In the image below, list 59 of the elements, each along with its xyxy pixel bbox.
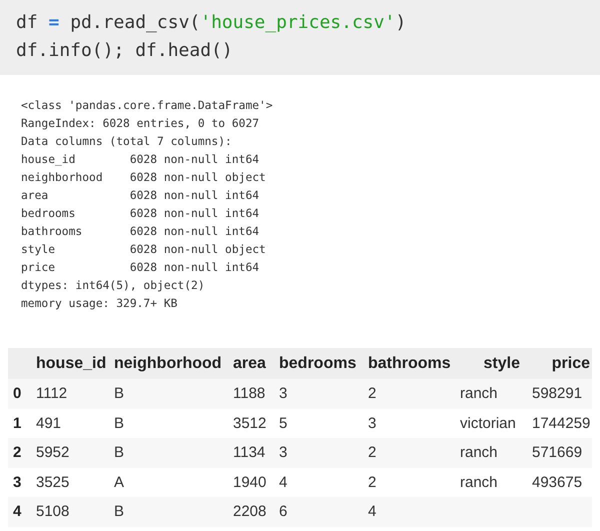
table-cell: 3525 [36,474,70,491]
row-index: 3 [13,474,22,491]
table-cell: 1744259 [532,414,590,432]
table-cell: ranch [460,385,498,402]
table-cell: B [114,444,124,462]
output-line: neighborhood 6028 non-null object [21,170,266,186]
code-line: df.info(); df.head() [16,39,233,63]
column-header: bathrooms [367,354,452,372]
table-cell: 3512 [233,414,266,432]
table-cell: 491 [36,414,62,432]
table-cell: victorian [460,414,516,432]
table-cell: 1188 [233,385,266,402]
output-line: area 6028 non-null int64 [21,188,260,204]
table-cell: 2 [368,474,376,491]
column-header: neighborhood [113,354,223,372]
table-cell: 493675 [532,474,582,491]
column-header: style [482,354,521,372]
table-cell: 4 [368,503,376,520]
table-cell: 3 [279,385,288,402]
table-cell: A [114,474,124,491]
table-cell: 571669 [532,444,582,462]
table-cell: 3 [368,414,376,432]
table-cell: ranch [460,444,498,462]
output-line: memory usage: 329.7+ KB [21,296,178,312]
output-line: dtypes: int64(5), object(2) [21,278,205,294]
table-cell: 5108 [36,503,70,520]
output-line: Data columns (total 7 columns): [21,134,232,150]
table-cell: 598291 [532,385,582,402]
table-cell: B [114,503,124,520]
table-cell: 4 [279,474,288,491]
table-cell: 5952 [36,444,70,462]
output-line: <class 'pandas.core.frame.DataFrame'> [21,98,273,114]
row-index: 1 [13,414,22,432]
row-index: 0 [13,385,22,402]
output-line: house_id 6028 non-null int64 [21,152,260,168]
table-cell: 2208 [233,503,266,520]
row-index: 4 [13,503,22,520]
table-cell: 1112 [36,385,68,402]
table-cell: 3 [279,444,288,462]
table-cell: ranch [460,474,498,491]
code-line: df = pd.read_csv('house_prices.csv') [16,11,406,35]
output-line: RangeIndex: 6028 entries, 0 to 6027 [21,116,260,132]
table-cell: B [114,385,124,402]
table-cell: 2 [368,385,376,402]
table-cell: 5 [279,414,288,432]
table-cell: 6 [279,503,288,520]
table-cell: 2 [368,444,376,462]
table-cell: 1940 [233,474,266,491]
table-cell: B [114,414,124,432]
output-line: bedrooms 6028 non-null int64 [21,206,260,222]
table-cell: 1134 [233,444,266,462]
row-index: 2 [13,444,22,462]
output-line: style 6028 non-null object [21,242,266,258]
column-header: house_id [35,354,108,372]
column-header: area [232,354,267,372]
column-header: price [550,354,591,372]
column-header: bedrooms [278,354,358,372]
output-line: price 6028 non-null int64 [21,260,260,276]
output-line: bathrooms 6028 non-null int64 [21,224,260,240]
